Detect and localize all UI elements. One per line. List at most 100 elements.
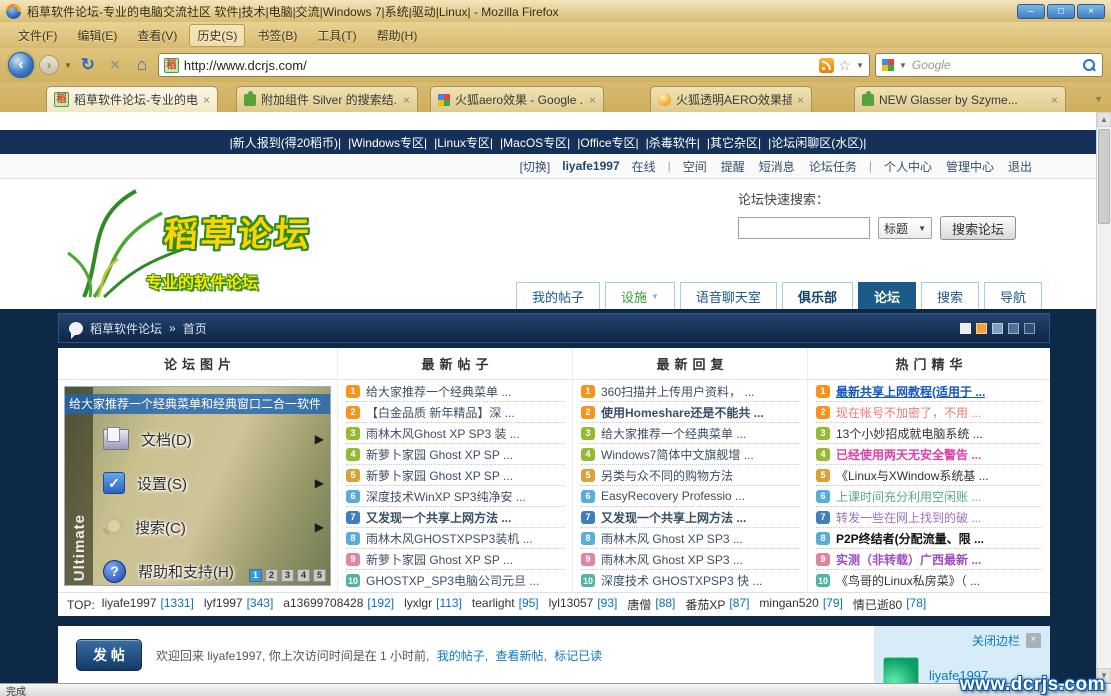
- top-user[interactable]: lyf1997 [343]: [204, 596, 273, 613]
- search-category-select[interactable]: 标题 ▼: [878, 217, 932, 239]
- scrollbar-thumb[interactable]: [1098, 129, 1110, 224]
- menu-file[interactable]: 文件(F): [10, 24, 65, 47]
- user-link[interactable]: 个人中心: [884, 158, 932, 175]
- style-swatch[interactable]: [1008, 323, 1019, 334]
- url-bar[interactable]: 稻 ☆ ▼: [158, 53, 870, 77]
- scroll-up-icon[interactable]: ▲: [1097, 112, 1111, 127]
- close-button[interactable]: ×: [1077, 4, 1105, 19]
- digest-link[interactable]: 3 13个小妙招成就电脑系统 ...: [816, 423, 1042, 444]
- tab-voice-chat[interactable]: 语音聊天室: [680, 282, 777, 309]
- tab-facilities[interactable]: 设施 ▼: [605, 282, 675, 309]
- reply-link[interactable]: 4 Windows7简体中文旗舰增 ...: [581, 444, 799, 465]
- post-link[interactable]: 10 GHOSTXP_SP3电脑公司元旦 ...: [346, 570, 564, 591]
- tab-close-icon[interactable]: ×: [797, 93, 804, 107]
- topnav-link[interactable]: |MacOS专区|: [500, 134, 570, 151]
- tab-navigation[interactable]: 导航: [984, 282, 1042, 309]
- post-link[interactable]: 9 新萝卜家园 Ghost XP SP ...: [346, 549, 564, 570]
- rss-icon[interactable]: [819, 58, 834, 73]
- post-link[interactable]: 6 深度技术WinXP SP3纯净安 ...: [346, 486, 564, 507]
- page-button[interactable]: 5: [313, 569, 326, 582]
- breadcrumb-site-link[interactable]: 稻草软件论坛: [90, 320, 162, 337]
- post-link[interactable]: 2 【白金品质 新年精品】深 ...: [346, 402, 564, 423]
- reload-button[interactable]: ↻: [77, 55, 99, 75]
- view-new-posts-link[interactable]: 查看新帖: [495, 649, 543, 663]
- user-link[interactable]: 管理中心: [946, 158, 994, 175]
- top-user[interactable]: lyxlgr [113]: [404, 596, 462, 613]
- menu-tools[interactable]: 工具(T): [309, 24, 364, 47]
- tab-dcrjs[interactable]: 稻 稻草软件论坛-专业的电脑... ×: [46, 86, 218, 112]
- tab-aero-plugin[interactable]: 火狐透明AERO效果插件~... ×: [650, 86, 812, 112]
- url-input[interactable]: [184, 58, 814, 73]
- reply-link[interactable]: 8 雨林木风 Ghost XP SP3 ...: [581, 528, 799, 549]
- digest-link[interactable]: 4 已经使用两天无安全警告 ...: [816, 444, 1042, 465]
- tab-close-icon[interactable]: ×: [203, 93, 210, 107]
- topnav-link[interactable]: |杀毒软件|: [646, 134, 700, 151]
- digest-link[interactable]: 8 P2P终结者(分配流量、限 ...: [816, 528, 1042, 549]
- topnav-link[interactable]: |新人报到(得20稻币)|: [230, 134, 342, 151]
- digest-link[interactable]: 7 转发一些在网上找到的破 ...: [816, 507, 1042, 528]
- top-user[interactable]: mingan520 [79]: [759, 596, 842, 613]
- top-user[interactable]: 番茄XP [87]: [685, 596, 749, 613]
- digest-link[interactable]: 6 上课时间充分利用空闲账 ...: [816, 486, 1042, 507]
- reply-link[interactable]: 2 使用Homeshare还是不能共 ...: [581, 402, 799, 423]
- forum-image-slideshow[interactable]: Ultimate 给大家推荐一个经典菜单和经典窗口二合一软件 文档(D) ▶: [64, 386, 331, 586]
- web-search-box[interactable]: ▼: [875, 53, 1103, 77]
- top-user[interactable]: 情已逝80 [78]: [853, 596, 926, 613]
- style-swatch[interactable]: [1024, 323, 1035, 334]
- tab-google-aero[interactable]: 火狐aero效果 - Google ... ×: [430, 86, 604, 112]
- forward-button[interactable]: ›: [39, 55, 59, 75]
- post-link[interactable]: 8 雨林木风GHOSTXPSP3装机 ...: [346, 528, 564, 549]
- reply-link[interactable]: 5 另类与众不同的购物方法: [581, 465, 799, 486]
- slideshow-caption[interactable]: 给大家推荐一个经典菜单和经典窗口二合一软件: [65, 394, 330, 414]
- reply-link[interactable]: 6 EasyRecovery Professio ...: [581, 486, 799, 507]
- digest-link[interactable]: 10 《鸟哥的Linux私房菜》（ ...: [816, 570, 1042, 591]
- post-link[interactable]: 3 雨林木风Ghost XP SP3 装 ...: [346, 423, 564, 444]
- scrollbar-track[interactable]: [1097, 127, 1111, 668]
- menu-view[interactable]: 查看(V): [129, 24, 185, 47]
- tab-glasser[interactable]: NEW Glasser by Szyme... ×: [854, 86, 1066, 112]
- forum-logo[interactable]: 稻草论坛 专业的软件论坛: [62, 181, 482, 307]
- topnav-link[interactable]: |Office专区|: [577, 134, 638, 151]
- web-search-input[interactable]: [912, 58, 1078, 72]
- topnav-link[interactable]: |其它杂区|: [707, 134, 761, 151]
- post-link[interactable]: 5 新萝卜家园 Ghost XP SP ...: [346, 465, 564, 486]
- reply-link[interactable]: 1 360扫描并上传用户资料， ...: [581, 381, 799, 402]
- tab-my-posts[interactable]: 我的帖子: [516, 282, 600, 309]
- topnav-link[interactable]: |论坛闲聊区(水区)|: [768, 134, 866, 151]
- history-dropdown-icon[interactable]: ▼: [64, 61, 72, 70]
- style-swatch[interactable]: [976, 323, 987, 334]
- tab-club[interactable]: 俱乐部: [782, 282, 853, 309]
- maximize-button[interactable]: □: [1047, 4, 1075, 19]
- page-button[interactable]: 1: [249, 569, 262, 582]
- tab-search[interactable]: 搜索: [921, 282, 979, 309]
- list-all-tabs-icon[interactable]: ▼: [1094, 94, 1103, 104]
- quick-search-input[interactable]: [738, 217, 870, 239]
- tab-addons-search[interactable]: 附加组件 Silver 的搜索结... ×: [236, 86, 418, 112]
- menu-history[interactable]: 历史(S): [189, 24, 245, 47]
- style-swatch[interactable]: [992, 323, 1003, 334]
- user-link[interactable]: 论坛任务: [809, 158, 857, 175]
- username[interactable]: liyafe1997: [562, 159, 619, 173]
- top-user[interactable]: a13699708428 [192]: [283, 596, 394, 613]
- digest-link[interactable]: 9 实测（非转载）广西最新 ...: [816, 549, 1042, 570]
- menu-bookmarks[interactable]: 书签(B): [249, 24, 305, 47]
- switch-user-link[interactable]: [切换]: [520, 158, 551, 175]
- post-link[interactable]: 7 又发现一个共享上网方法 ...: [346, 507, 564, 528]
- user-link[interactable]: 短消息: [759, 158, 795, 175]
- forum-search-button[interactable]: 搜索论坛: [940, 216, 1016, 240]
- reply-link[interactable]: 10 深度技术 GHOSTXPSP3 快 ...: [581, 570, 799, 591]
- minimize-button[interactable]: –: [1017, 4, 1045, 19]
- menu-help[interactable]: 帮助(H): [369, 24, 426, 47]
- post-link[interactable]: 4 新萝卜家园 Ghost XP SP ...: [346, 444, 564, 465]
- digest-link[interactable]: 5 《Linux与XWindow系统基 ...: [816, 465, 1042, 486]
- digest-link[interactable]: 2 现在帐号不加密了，不用 ...: [816, 402, 1042, 423]
- top-user[interactable]: liyafe1997 [1331]: [102, 596, 194, 613]
- mark-read-link[interactable]: 标记已读: [554, 649, 602, 663]
- menu-edit[interactable]: 编辑(E): [69, 24, 125, 47]
- top-user[interactable]: 唐僧 [88]: [627, 596, 675, 613]
- topnav-link[interactable]: |Windows专区|: [348, 134, 427, 151]
- topnav-link[interactable]: |Linux专区|: [434, 134, 493, 151]
- back-button[interactable]: ‹: [8, 52, 34, 78]
- vertical-scrollbar[interactable]: ▲ ▼: [1096, 112, 1111, 683]
- page-button[interactable]: 3: [281, 569, 294, 582]
